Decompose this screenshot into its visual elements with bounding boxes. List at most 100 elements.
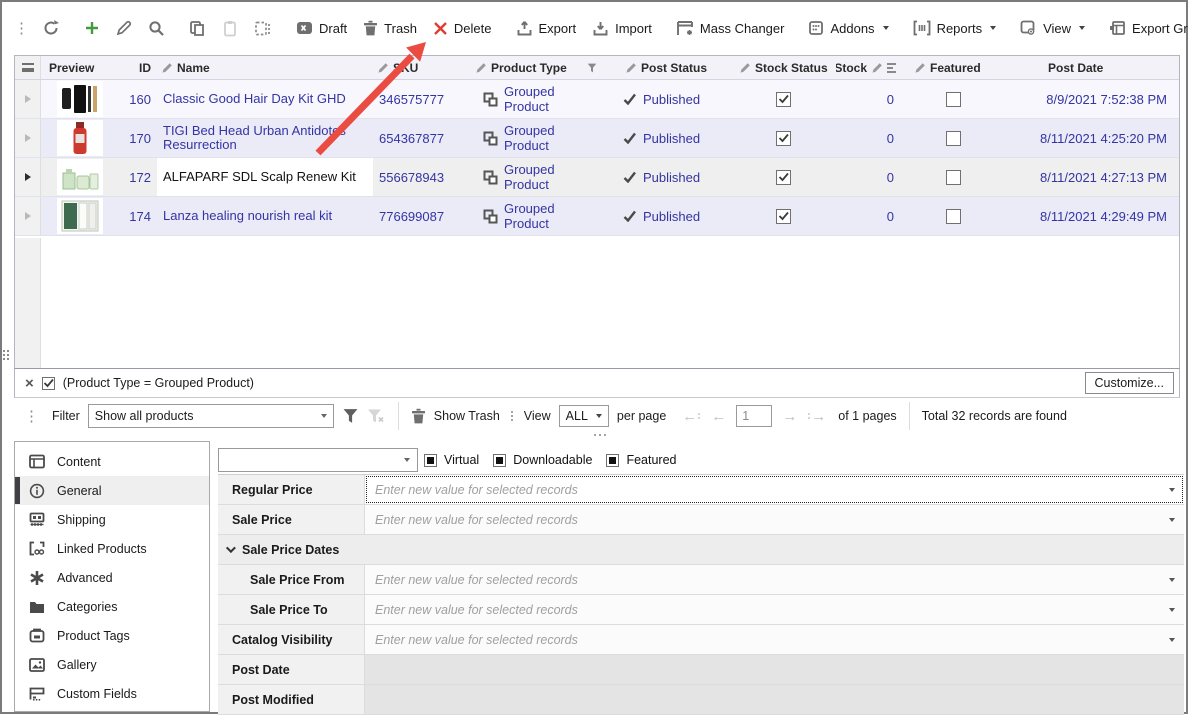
stock-status-checkbox[interactable] — [731, 158, 836, 196]
name-cell[interactable]: TIGI Bed Head Urban Antidotes Resurrecti… — [157, 119, 373, 157]
delete-button[interactable]: Delete — [425, 11, 500, 45]
toolbar-drag-handle[interactable]: ⋮ — [24, 407, 38, 425]
panel-splitter-handle[interactable] — [594, 434, 606, 436]
filter-preset-dropdown[interactable]: Show all products — [88, 404, 334, 428]
post-status-cell[interactable]: Published — [603, 158, 731, 196]
featured-checkbox[interactable] — [898, 119, 1008, 157]
column-header-product-type[interactable]: Product Type — [453, 56, 603, 79]
column-header-stock-status[interactable]: Stock Status — [731, 56, 836, 79]
sidebar-item-shipping[interactable]: Shipping — [15, 505, 209, 534]
preview-cell[interactable] — [41, 80, 119, 118]
column-header-name[interactable]: Name — [157, 56, 373, 79]
stock-cell[interactable]: 0 — [836, 158, 898, 196]
sidebar-item-product-tags[interactable]: Product Tags — [15, 621, 209, 650]
stock-status-checkbox[interactable] — [731, 119, 836, 157]
sku-cell[interactable]: 654367877 — [373, 119, 453, 157]
preview-cell[interactable] — [41, 197, 119, 235]
featured-checkbox[interactable] — [898, 197, 1008, 235]
post-date-cell[interactable]: 8/9/2021 7:52:38 PM — [1008, 80, 1179, 118]
regular-price-input[interactable]: Enter new value for selected records — [365, 475, 1184, 504]
per-page-dropdown[interactable]: ALL — [559, 405, 609, 427]
downloadable-checkbox[interactable] — [493, 454, 506, 467]
sidebar-item-gallery[interactable]: Gallery — [15, 650, 209, 679]
column-header-preview[interactable]: Preview — [41, 56, 119, 79]
next-page-button[interactable]: → — [782, 409, 797, 424]
post-status-cell[interactable]: Published — [603, 119, 731, 157]
stock-cell[interactable]: 0 — [836, 119, 898, 157]
clear-filter-icon[interactable] — [367, 408, 386, 424]
show-trash-label[interactable]: Show Trash — [434, 409, 500, 423]
refresh-button[interactable] — [34, 11, 68, 45]
toolbar-drag-handle[interactable]: ⋮ — [14, 19, 28, 37]
featured-checkbox[interactable] — [898, 80, 1008, 118]
stock-cell[interactable]: 0 — [836, 197, 898, 235]
import-button[interactable]: Import — [584, 11, 660, 45]
view-button[interactable]: View — [1012, 11, 1093, 45]
post-status-cell[interactable]: Published — [603, 80, 731, 118]
post-date-cell[interactable]: 8/11/2021 4:25:20 PM — [1008, 119, 1179, 157]
id-cell[interactable]: 170 — [119, 119, 157, 157]
catalog-visibility-input[interactable]: Enter new value for selected records — [365, 625, 1184, 654]
row-marker[interactable] — [15, 158, 41, 196]
id-cell[interactable]: 160 — [119, 80, 157, 118]
last-page-button[interactable]: → — [807, 409, 826, 424]
column-header-sku[interactable]: SKU — [373, 56, 453, 79]
copy-button[interactable] — [181, 11, 214, 45]
sidebar-item-custom-fields[interactable]: Custom Fields — [15, 679, 209, 708]
name-cell[interactable]: Classic Good Hair Day Kit GHD — [157, 80, 373, 118]
column-header-post-status[interactable]: Post Status — [603, 56, 731, 79]
sku-cell[interactable]: 556678943 — [373, 158, 453, 196]
field-group-sale-price-dates[interactable]: Sale Price Dates — [218, 535, 1184, 565]
column-chooser-button[interactable] — [15, 56, 41, 79]
featured-checkbox[interactable] — [898, 158, 1008, 196]
export-grid-button[interactable]: Export Grid — [1101, 11, 1188, 45]
addons-button[interactable]: Addons — [800, 11, 896, 45]
field-selector-dropdown[interactable] — [218, 448, 418, 472]
apply-filter-icon[interactable] — [342, 408, 359, 424]
post-date-cell[interactable]: 8/11/2021 4:29:49 PM — [1008, 197, 1179, 235]
product-type-cell[interactable]: Grouped Product — [453, 119, 603, 157]
sidebar-item-linked-products[interactable]: Linked Products — [15, 534, 209, 563]
row-marker[interactable] — [15, 197, 41, 235]
filter-active-icon[interactable] — [587, 63, 597, 73]
reports-button[interactable]: Reports — [905, 11, 1005, 45]
paste-button[interactable] — [214, 11, 246, 45]
paste-special-button[interactable] — [246, 11, 280, 45]
post-status-cell[interactable]: Published — [603, 197, 731, 235]
stock-cell[interactable]: 0 — [836, 80, 898, 118]
draft-button[interactable]: Draft — [288, 11, 355, 45]
export-button[interactable]: Export — [508, 11, 585, 45]
stock-status-checkbox[interactable] — [731, 80, 836, 118]
row-marker[interactable] — [15, 119, 41, 157]
previous-page-button[interactable]: ← — [711, 409, 726, 424]
edit-button[interactable] — [108, 11, 140, 45]
column-header-stock[interactable]: Stock — [836, 56, 898, 79]
id-cell[interactable]: 174 — [119, 197, 157, 235]
id-cell[interactable]: 172 — [119, 158, 157, 196]
trash-button[interactable]: Trash — [355, 11, 425, 45]
product-type-cell[interactable]: Grouped Product — [453, 197, 603, 235]
product-type-cell[interactable]: Grouped Product — [453, 80, 603, 118]
column-header-post-date[interactable]: Post Date — [1008, 56, 1179, 79]
column-header-featured[interactable]: Featured — [898, 56, 1008, 79]
post-date-cell[interactable]: 8/11/2021 4:27:13 PM — [1008, 158, 1179, 196]
sidebar-item-advanced[interactable]: Advanced — [15, 563, 209, 592]
column-header-id[interactable]: ID — [119, 56, 157, 79]
preview-cell[interactable] — [41, 119, 119, 157]
remove-filter-icon[interactable]: × — [25, 376, 34, 391]
customize-button[interactable]: Customize... — [1085, 372, 1174, 394]
sidebar-item-general[interactable]: General — [15, 476, 209, 505]
sku-cell[interactable]: 346575777 — [373, 80, 453, 118]
sku-cell[interactable]: 776699087 — [373, 197, 453, 235]
page-number-input[interactable] — [736, 405, 772, 427]
row-marker[interactable] — [15, 80, 41, 118]
featured-checkbox[interactable] — [606, 454, 619, 467]
sidebar-item-content[interactable]: Content — [15, 447, 209, 476]
sale-price-input[interactable]: Enter new value for selected records — [365, 505, 1184, 534]
add-button[interactable] — [76, 11, 108, 45]
first-page-button[interactable]: ← — [682, 409, 701, 424]
sale-price-to-input[interactable]: Enter new value for selected records — [365, 595, 1184, 624]
name-cell[interactable]: Lanza healing nourish real kit — [157, 197, 373, 235]
splitter-handle[interactable] — [3, 350, 9, 360]
filter-enabled-checkbox[interactable] — [42, 377, 55, 390]
